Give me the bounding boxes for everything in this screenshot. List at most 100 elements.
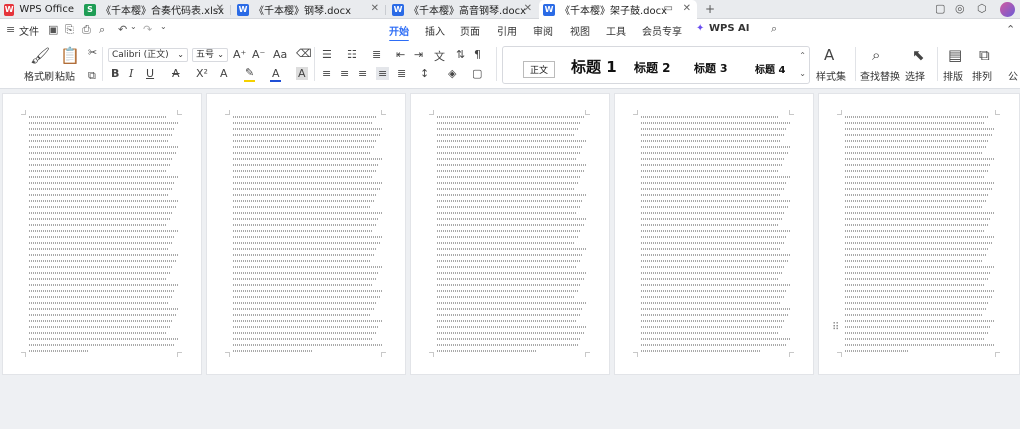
shading-icon[interactable]: ◈ xyxy=(448,67,456,80)
hamburger-menu-icon[interactable]: ≡ xyxy=(6,23,15,36)
font-size-select[interactable]: 五号 ⌄ xyxy=(192,48,228,62)
bold-icon[interactable]: B xyxy=(111,67,119,80)
sort-icon[interactable]: ⇅ xyxy=(456,48,465,61)
text-line xyxy=(233,254,374,256)
text-line xyxy=(437,242,575,244)
char-shading-icon[interactable]: A xyxy=(296,67,308,80)
margin-corner-mark xyxy=(789,352,794,357)
align-center-icon[interactable]: ≡ xyxy=(340,67,349,80)
undo-icon[interactable]: ↶ xyxy=(118,23,127,36)
collapse-ribbon-icon[interactable]: ⌃ xyxy=(1006,23,1015,36)
text-effect-icon[interactable]: A xyxy=(220,67,228,80)
menu-view[interactable]: 视图 xyxy=(570,23,590,38)
grow-font-icon[interactable]: A⁺ xyxy=(233,48,246,61)
margin-corner-mark xyxy=(995,352,1000,357)
close-icon[interactable]: ✕ xyxy=(216,3,224,14)
formula-button[interactable]: 公 xyxy=(1008,68,1018,83)
italic-icon[interactable]: I xyxy=(129,67,133,80)
menu-tools[interactable]: 工具 xyxy=(606,23,626,38)
close-icon[interactable]: ✕ xyxy=(683,3,691,14)
new-tab-plus-icon[interactable]: + xyxy=(705,2,715,16)
menu-home[interactable]: 开始 xyxy=(389,23,409,42)
find-replace-button[interactable]: 查找替换 xyxy=(860,68,900,83)
multilevel-list-icon[interactable]: ≣ xyxy=(372,48,381,61)
search-icon[interactable]: ⌕ xyxy=(771,22,777,36)
change-case-icon[interactable]: Aa xyxy=(273,48,287,61)
superscript-icon[interactable]: X² xyxy=(196,67,208,80)
select-button[interactable]: 选择 xyxy=(905,68,925,83)
chevron-down-icon[interactable]: ⌄ xyxy=(160,22,167,31)
font-color-icon[interactable]: A xyxy=(272,67,280,80)
document-page[interactable] xyxy=(410,93,610,375)
chevron-down-icon[interactable]: ⌄ xyxy=(130,22,137,31)
monitor-icon[interactable]: ▭ xyxy=(664,3,673,14)
document-page[interactable] xyxy=(614,93,814,375)
highlight-icon[interactable]: ✎ xyxy=(245,66,254,79)
justify-icon[interactable]: ≡ xyxy=(376,67,390,80)
increase-indent-icon[interactable]: ⇥ xyxy=(414,48,423,61)
menu-reference[interactable]: 引用 xyxy=(497,23,517,38)
export-pdf-icon[interactable]: ⎘ xyxy=(65,23,74,37)
close-icon[interactable]: ✕ xyxy=(524,3,532,14)
redo-icon[interactable]: ↷ xyxy=(143,23,152,36)
strikethrough-icon[interactable]: A xyxy=(172,67,180,80)
numbered-list-icon[interactable]: ☷ xyxy=(347,48,357,61)
avatar[interactable] xyxy=(1000,2,1015,17)
menu-insert[interactable]: 插入 xyxy=(425,23,445,38)
layout-button[interactable]: 排版 xyxy=(943,68,963,83)
style-heading-3[interactable]: 标题 3 xyxy=(694,60,727,76)
chevron-up-icon[interactable]: ⌃ xyxy=(799,51,806,60)
chinese-layout-icon[interactable]: 文 xyxy=(434,48,445,64)
style-set-button[interactable]: 样式集 xyxy=(816,68,846,83)
text-line xyxy=(29,260,176,262)
gift-icon[interactable]: ◎ xyxy=(955,2,965,15)
decrease-indent-icon[interactable]: ⇤ xyxy=(396,48,405,61)
margin-corner-mark xyxy=(837,110,842,115)
font-name-select[interactable]: Calibri (正文) ⌄ xyxy=(108,48,188,62)
tab-high-piano-docx[interactable]: W 《千本樱》高音钢琴.docx ✕ xyxy=(388,0,538,19)
menu-member[interactable]: 会员专享 xyxy=(642,23,682,38)
chevron-down-icon[interactable]: ⌄ xyxy=(799,69,806,78)
align-right-icon[interactable]: ≡ xyxy=(358,67,367,80)
text-line xyxy=(845,140,989,142)
save-icon[interactable]: ▣ xyxy=(48,23,58,36)
arrange-button[interactable]: 排列 xyxy=(972,68,992,83)
shrink-font-icon[interactable]: A⁻ xyxy=(252,48,265,61)
clear-format-icon[interactable]: ⌫ xyxy=(296,47,312,60)
close-icon[interactable]: ✕ xyxy=(371,3,379,14)
copy-icon[interactable]: ⧉ xyxy=(88,69,96,83)
text-line xyxy=(437,164,587,166)
style-heading-2[interactable]: 标题 2 xyxy=(634,59,671,76)
style-heading-4[interactable]: 标题 4 xyxy=(755,61,785,76)
text-line xyxy=(845,224,988,226)
document-canvas[interactable]: ⠿ xyxy=(0,90,1020,429)
line-spacing-icon[interactable]: ↕ xyxy=(420,67,429,80)
tab-drums-docx[interactable]: W 《千本樱》架子鼓.docx ▭ ✕ xyxy=(539,0,697,19)
cut-icon[interactable]: ✂ xyxy=(88,46,97,59)
menu-page[interactable]: 页面 xyxy=(460,23,480,38)
tab-wps-home[interactable]: W WPS Office xyxy=(4,0,74,19)
underline-icon[interactable]: U xyxy=(146,67,154,80)
style-normal[interactable]: 正文 xyxy=(523,61,556,78)
border-icon[interactable]: ▢ xyxy=(472,67,482,80)
format-painter-button[interactable]: 格式刷 xyxy=(24,68,54,83)
distributed-icon[interactable]: ≣ xyxy=(397,67,406,80)
menu-review[interactable]: 审阅 xyxy=(533,23,553,38)
print-preview-icon[interactable]: ⌕ xyxy=(99,23,105,37)
file-menu[interactable]: 文件 xyxy=(19,23,39,38)
minimize-window-icon[interactable]: ▢ xyxy=(935,2,945,15)
wps-ai-button[interactable]: WPS AI xyxy=(709,23,750,34)
bullet-list-icon[interactable]: ☰ xyxy=(322,48,332,61)
paste-button[interactable]: 粘贴 xyxy=(55,68,75,83)
document-page[interactable] xyxy=(2,93,202,375)
drag-handle-icon[interactable]: ⠿ xyxy=(832,322,839,333)
tab-xlsx[interactable]: S 《千本樱》合奏代码表.xlsx ✕ xyxy=(80,0,230,19)
tab-piano-docx[interactable]: W 《千本樱》钢琴.docx ✕ xyxy=(233,0,385,19)
document-page[interactable] xyxy=(818,93,1020,375)
style-heading-1[interactable]: 标题 1 xyxy=(571,56,617,77)
settings-icon[interactable]: ⬡ xyxy=(977,2,987,15)
align-left-icon[interactable]: ≡ xyxy=(322,67,331,80)
print-icon[interactable]: ⎙ xyxy=(82,23,91,37)
document-page[interactable] xyxy=(206,93,406,375)
show-marks-icon[interactable]: ¶ xyxy=(474,48,481,61)
